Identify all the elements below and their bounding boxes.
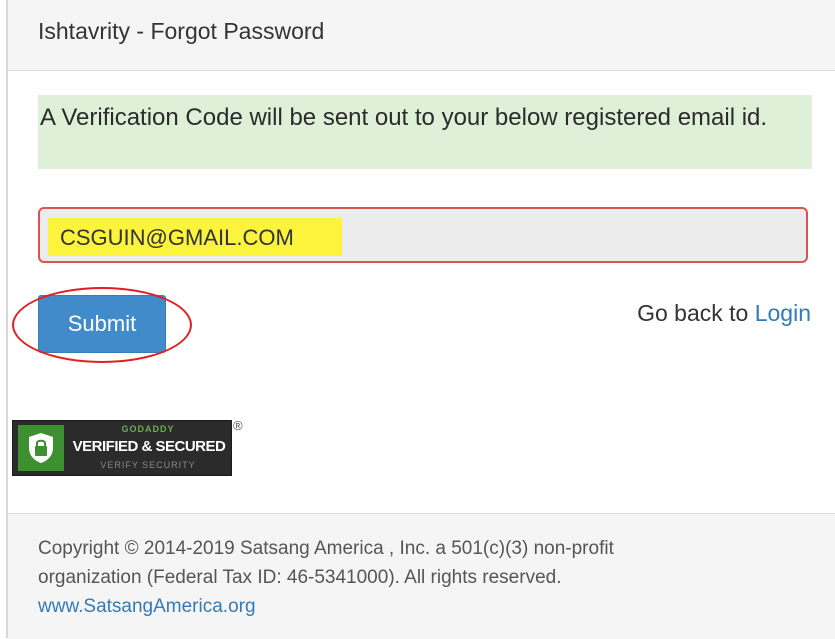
badge-title: VERIFIED & SECURED [72,438,226,455]
lock-icon [18,425,64,471]
submit-button[interactable]: Submit [38,295,166,353]
copyright-line-2: organization (Federal Tax ID: 46-5341000… [38,567,562,588]
registered-mark: ® [233,418,243,433]
badge-subtitle: VERIFY SECURITY [100,460,196,470]
badge-brand: GODADDY [121,424,175,434]
forgot-password-panel: Ishtavrity - Forgot Password A Verificat… [0,0,835,639]
login-link[interactable]: Login [755,300,811,326]
info-alert: A Verification Code will be sent out to … [38,95,812,169]
copyright-line-1: Copyright © 2014-2019 Satsang America , … [38,538,614,559]
website-link[interactable]: www.SatsangAmerica.org [38,596,256,618]
page-footer: Copyright © 2014-2019 Satsang America , … [8,513,835,639]
godaddy-security-badge[interactable]: GODADDY VERIFIED & SECURED VERIFY SECURI… [12,420,232,476]
panel-header: Ishtavrity - Forgot Password [8,0,835,71]
info-message: A Verification Code will be sent out to … [40,104,768,131]
email-field[interactable] [38,207,808,263]
page-title: Ishtavrity - Forgot Password [38,18,325,44]
go-back-text: Go back to Login [637,300,811,327]
go-back-label: Go back to [637,300,755,326]
